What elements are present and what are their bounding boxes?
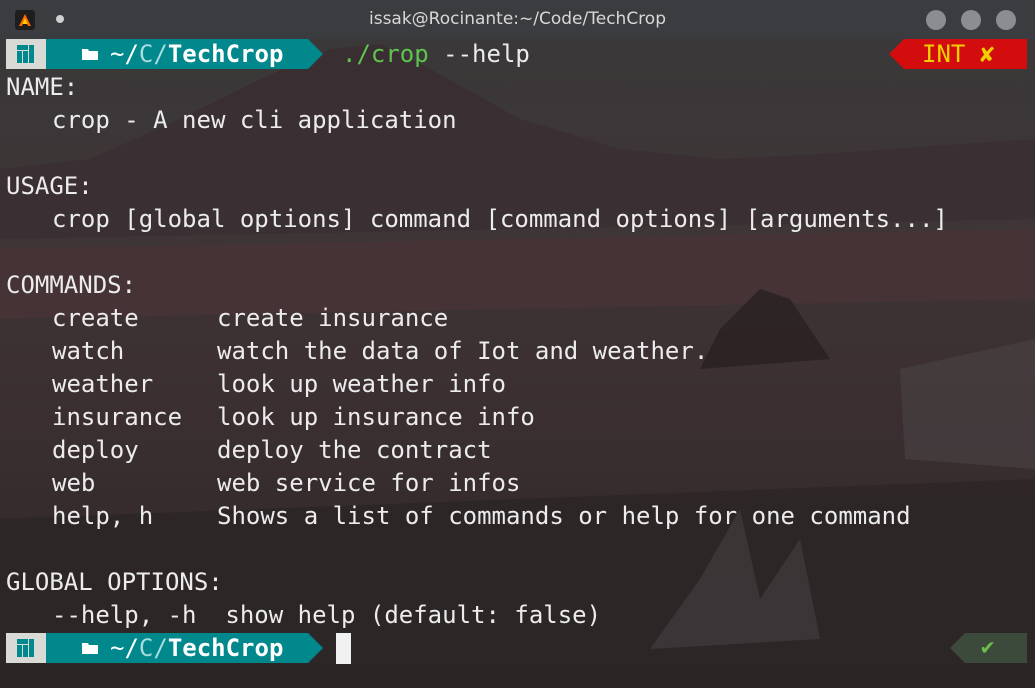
usage-line: crop [global options] command [command o… <box>52 205 948 233</box>
text-cursor[interactable] <box>336 633 351 664</box>
os-segment <box>6 39 46 69</box>
directory-segment: ~/C/TechCrop <box>46 633 308 663</box>
command-name: deploy <box>52 436 139 464</box>
manjaro-logo-icon <box>17 639 34 657</box>
commands-header: COMMANDS: <box>6 271 137 299</box>
command-desc: create insurance <box>217 304 449 332</box>
command-name: create <box>52 304 139 332</box>
name-line: crop - A new cli application <box>52 106 457 134</box>
check-icon: ✔ <box>981 635 995 660</box>
dir-name: TechCrop <box>167 634 284 662</box>
command-desc: deploy the contract <box>217 436 492 464</box>
minimize-button[interactable] <box>926 10 946 30</box>
dir-home: ~/ <box>110 40 139 68</box>
folder-icon <box>82 49 98 60</box>
command-desc: Shows a list of commands or help for one… <box>217 502 911 530</box>
segment-separator <box>308 633 323 663</box>
command-name: watch <box>52 337 125 365</box>
command-desc: watch the data of Iot and weather. <box>217 337 709 365</box>
error-cross-icon: ✘ <box>980 40 995 68</box>
segment-separator <box>889 39 904 69</box>
title-bar: issak@Rocinante:~/Code/TechCrop <box>0 0 1035 39</box>
command-desc: look up insurance info <box>217 403 535 431</box>
command-name: web <box>52 469 96 497</box>
command-desc: look up weather info <box>217 370 506 398</box>
dir-mid: C/ <box>138 40 168 68</box>
interrupt-label: INT <box>922 40 966 68</box>
folder-icon <box>82 643 98 654</box>
exit-status-segment: INT ✘ <box>889 39 1027 69</box>
segment-separator <box>308 39 323 69</box>
command-name: insurance <box>52 403 183 431</box>
command-name: help, h <box>52 502 154 530</box>
dir-home: ~/ <box>110 634 139 662</box>
directory-segment: ~/C/TechCrop <box>46 39 308 69</box>
segment-separator <box>950 633 965 663</box>
manjaro-logo-icon <box>17 45 34 63</box>
dir-name: TechCrop <box>167 40 284 68</box>
command-args: --help <box>428 40 530 68</box>
command-name: weather <box>52 370 154 398</box>
global-options-header: GLOBAL OPTIONS: <box>6 568 223 596</box>
maximize-button[interactable] <box>961 10 981 30</box>
close-button[interactable] <box>996 10 1016 30</box>
terminal-area[interactable]: ~/C/TechCrop ./crop --help NAME: crop - … <box>0 39 1035 688</box>
command-desc: web service for infos <box>217 469 521 497</box>
name-header: NAME: <box>6 73 79 101</box>
os-segment <box>6 633 46 663</box>
usage-header: USAGE: <box>6 172 93 200</box>
command-path: ./crop <box>342 40 429 68</box>
dir-mid: C/ <box>138 634 168 662</box>
success-status-segment: ✔ <box>950 633 1027 663</box>
global-option-line: --help, -h show help (default: false) <box>52 601 602 629</box>
typed-command: ./crop --help <box>342 39 530 69</box>
window-title: issak@Rocinante:~/Code/TechCrop <box>368 9 666 29</box>
